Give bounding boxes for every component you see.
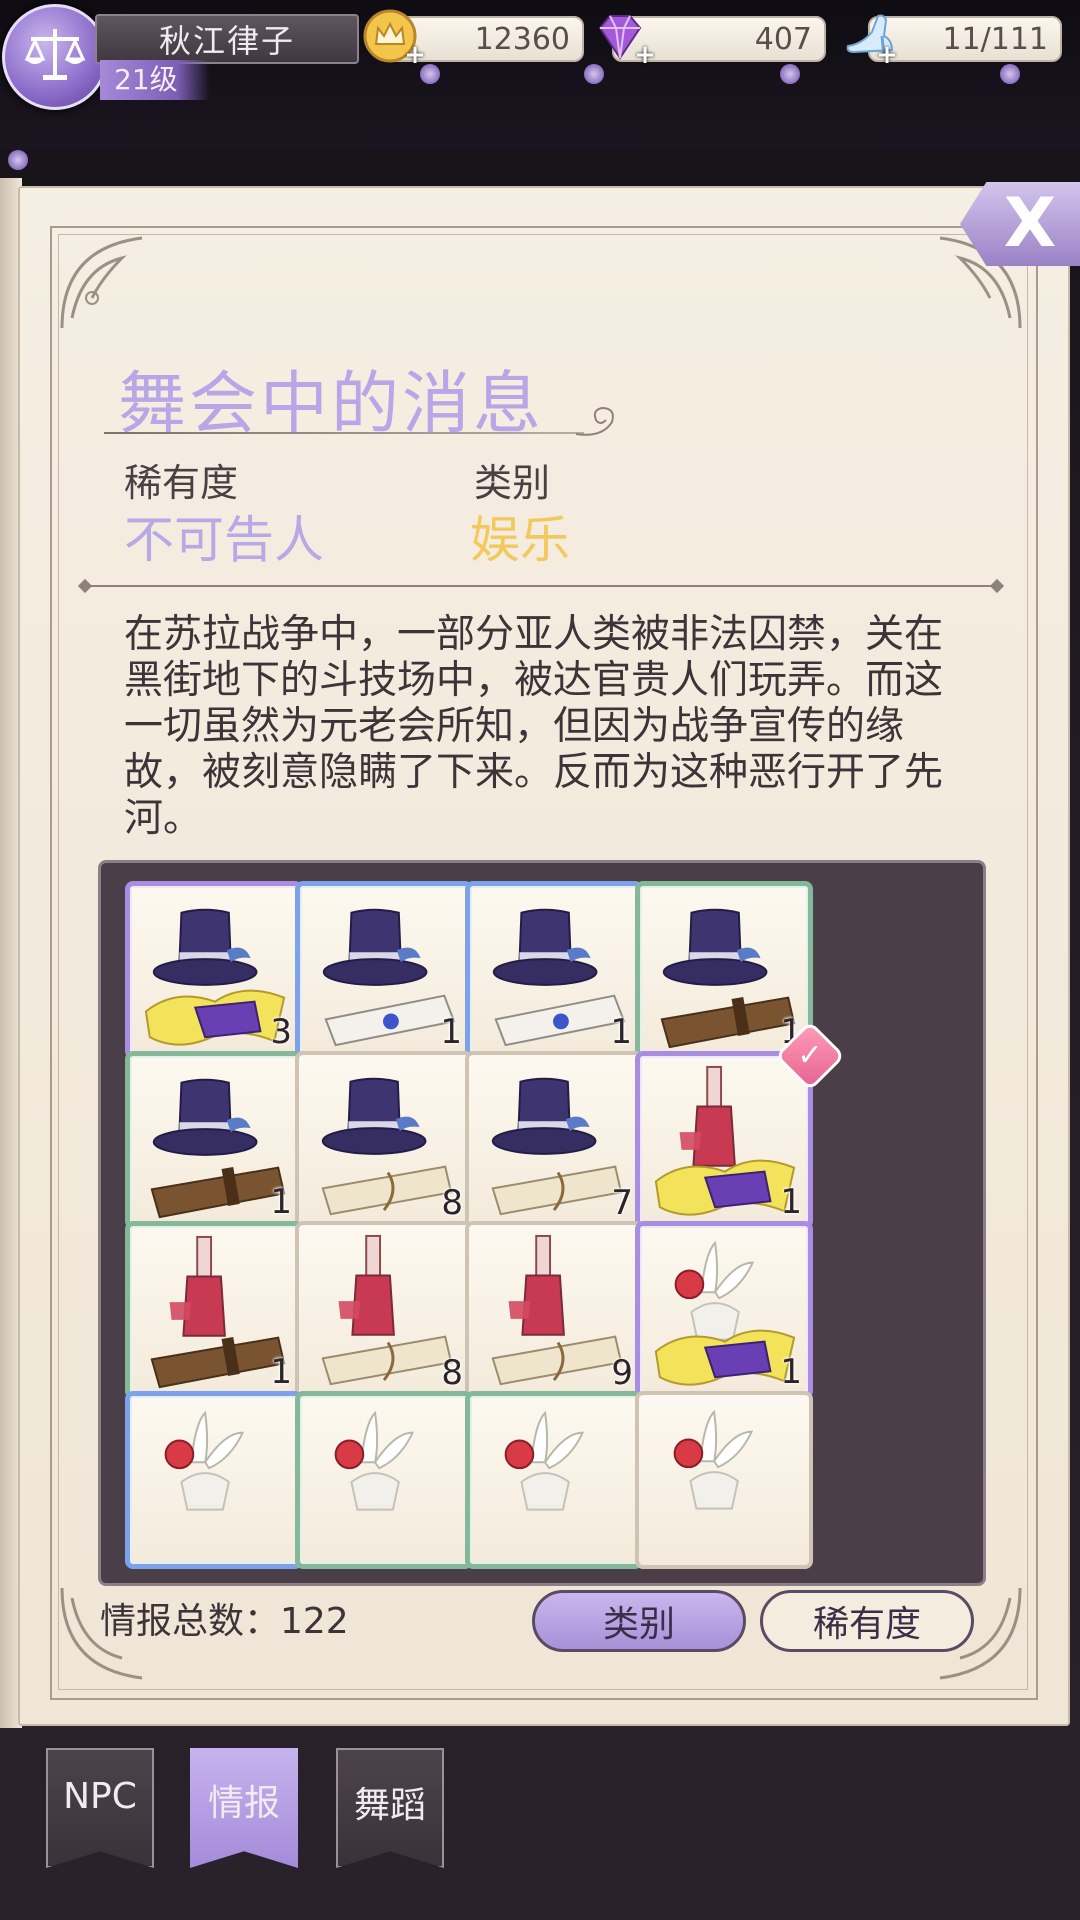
lily-vase-with-rose-icon [334, 1410, 415, 1511]
intel-item-slot[interactable] [635, 1391, 813, 1569]
item-count: 7 [611, 1183, 633, 1223]
item-count: 8 [441, 1353, 463, 1393]
intel-item-slot[interactable] [295, 1391, 473, 1569]
add-gold-button[interactable]: + [404, 42, 426, 68]
wine-bottle-with-parchment-icon [491, 1234, 623, 1386]
tab-dance[interactable]: 舞蹈 [336, 1748, 444, 1868]
item-count: 1 [780, 1352, 802, 1392]
flower-ornament-icon [584, 64, 604, 84]
top-hat-with-parchment-icon [321, 1077, 453, 1216]
swirl-ornament-icon [575, 406, 614, 436]
sort-by-category-button[interactable]: 类别 [532, 1590, 746, 1652]
intel-item-grid[interactable]: 3 1 1 1 1 8 7 1 ✓ 1 8 9 1 [98, 860, 986, 1586]
scales-icon [24, 29, 86, 80]
intel-total-count: 情报总数：122 [100, 1601, 349, 1642]
intel-item-slot[interactable]: 1 [125, 1051, 303, 1229]
intel-item-slot[interactable]: 1 [635, 881, 813, 1059]
intel-item-slot[interactable]: 1 [635, 1051, 813, 1229]
add-stamina-button[interactable]: + [876, 42, 898, 68]
lily-vase-with-rose-icon [673, 1409, 754, 1510]
title-underline [104, 432, 584, 434]
item-count: 1 [780, 1182, 802, 1222]
lily-vase-with-rose-icon [504, 1410, 585, 1511]
corner-flourish-icon [60, 236, 143, 329]
category-value: 娱乐 [470, 511, 570, 569]
intel-item-slot[interactable]: 8 [295, 1051, 473, 1229]
item-count: 3 [270, 1012, 292, 1052]
tab-intel[interactable]: 情报 [190, 1748, 298, 1868]
tab-npc[interactable]: NPC [46, 1748, 154, 1868]
top-hat-with-parchment-icon [491, 1077, 623, 1216]
intel-item-slot[interactable] [465, 1391, 643, 1569]
intel-item-slot[interactable]: 8 [295, 1221, 473, 1399]
lily-vase-with-rose-icon [164, 1410, 245, 1511]
intel-item-slot[interactable]: 1 [125, 1221, 303, 1399]
flower-ornament-icon [8, 150, 28, 170]
intel-item-slot[interactable]: 3 [125, 881, 303, 1059]
category-label: 类别 [474, 461, 551, 505]
flower-ornament-icon [780, 64, 800, 84]
flower-ornament-icon [1000, 64, 1020, 84]
item-count: 1 [270, 1352, 292, 1392]
add-gems-button[interactable]: + [634, 42, 656, 68]
intel-item-slot[interactable]: 1 [465, 881, 643, 1059]
intel-item-slot[interactable]: 1 [635, 1221, 813, 1399]
item-count: 1 [270, 1182, 292, 1222]
item-count: 9 [611, 1353, 633, 1393]
player-name: 秋江律子 [95, 14, 359, 64]
wine-bottle-with-parchment-icon [321, 1234, 453, 1386]
intel-item-slot[interactable]: 1 [295, 881, 473, 1059]
sort-by-rarity-button[interactable]: 稀有度 [760, 1590, 974, 1652]
player-level: 21级 [100, 60, 210, 100]
intel-item-slot[interactable] [125, 1391, 303, 1569]
intel-description: 在苏拉战争中，一部分亚人类被非法囚禁，关在黑街地下的斗技场中，被达官贵人们玩弄。… [124, 612, 944, 841]
rarity-value: 不可告人 [124, 511, 324, 569]
flower-ornament-icon [420, 64, 440, 84]
intel-item-slot[interactable]: 7 [465, 1051, 643, 1229]
rarity-label: 稀有度 [124, 461, 239, 505]
intel-item-slot[interactable]: 9 [465, 1221, 643, 1399]
item-count: 1 [440, 1012, 462, 1052]
section-divider [80, 585, 1002, 587]
item-count: 1 [610, 1012, 632, 1052]
item-count: 8 [441, 1183, 463, 1223]
avatar[interactable] [2, 4, 108, 110]
